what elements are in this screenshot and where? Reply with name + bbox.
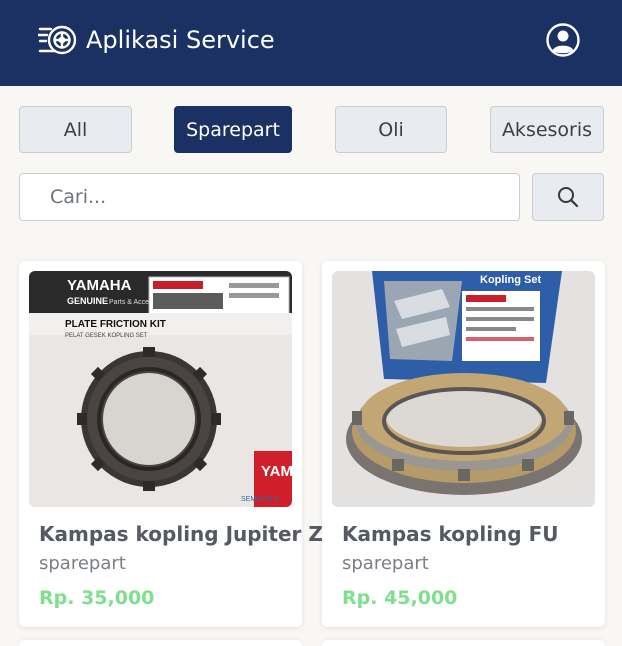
product-image: Kopling Set (332, 271, 595, 507)
search-button[interactable] (532, 173, 604, 221)
product-card-peek (19, 640, 302, 646)
package-genuine-text: GENUINE (67, 296, 108, 306)
product-image: YAMAHA GENUINE Parts & Accessories PLATE… (29, 271, 292, 507)
product-price: Rp. 45,000 (342, 587, 458, 609)
category-button-aksesoris[interactable]: Aksesoris (490, 106, 604, 153)
product-card[interactable]: YAMAHA GENUINE Parts & Accessories PLATE… (19, 261, 323, 627)
package-tagline-text: SEMAKIN D (241, 496, 280, 503)
category-button-all[interactable]: All (19, 106, 132, 153)
user-account-button[interactable] (545, 22, 581, 58)
product-price: Rp. 35,000 (39, 587, 155, 609)
category-button-oli[interactable]: Oli (335, 106, 447, 153)
package-kit-text: PLATE FRICTION KIT (65, 319, 166, 330)
package-side-brand-text: YAMA (261, 463, 292, 480)
product-name: Kampas kopling FU (342, 522, 559, 546)
brand-title: Aplikasi Service (86, 26, 275, 54)
product-category: sparepart (342, 553, 429, 574)
product-name: Kampas kopling Jupiter Z (39, 522, 323, 546)
navbar: Aplikasi Service (0, 0, 622, 86)
product-card[interactable]: Kopling Set Kampas kopling FU sparepart … (322, 261, 605, 627)
category-button-sparepart[interactable]: Sparepart (174, 106, 292, 153)
package-brand-text: YAMAHA (67, 277, 132, 294)
brand[interactable]: Aplikasi Service (38, 22, 275, 58)
box-title-text: Kopling Set (480, 274, 541, 286)
product-card-peek (322, 640, 605, 646)
wheel-speed-icon (38, 25, 77, 55)
user-circle-icon (546, 23, 580, 57)
product-category: sparepart (39, 553, 126, 574)
search-icon (558, 187, 579, 208)
package-kit-sub-text: PELAT GESEK KOPLING SET (65, 333, 148, 339)
search-input[interactable] (19, 173, 520, 221)
